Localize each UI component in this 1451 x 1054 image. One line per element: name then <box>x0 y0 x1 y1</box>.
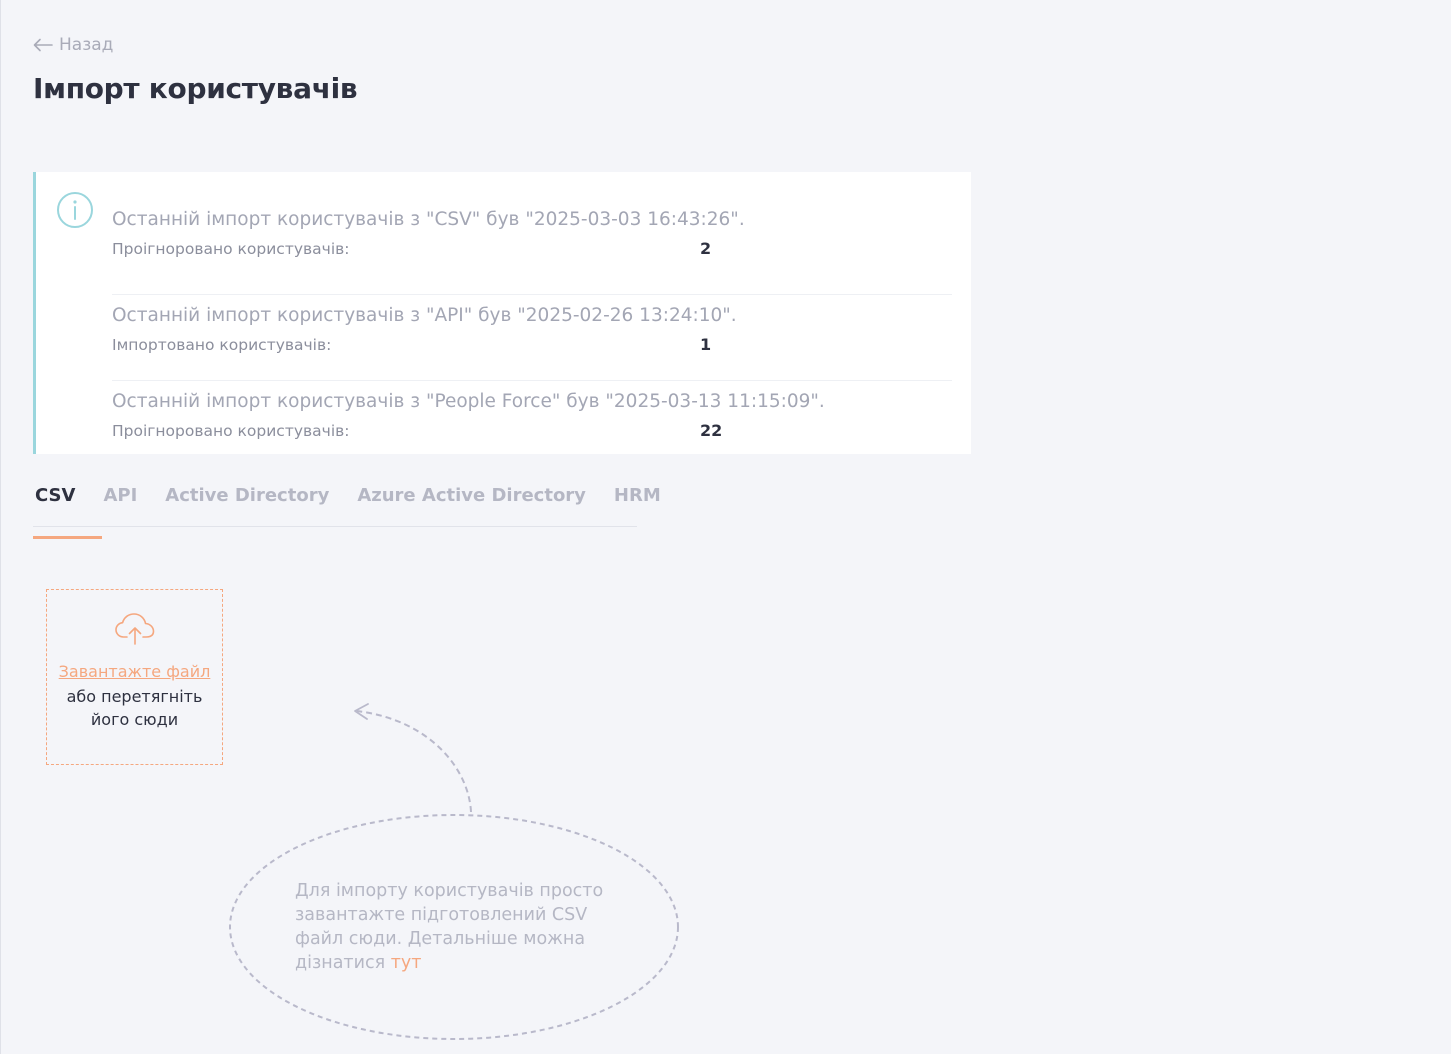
import-stat-value: 1 <box>700 335 712 354</box>
tab-csv[interactable]: CSV <box>33 479 104 539</box>
import-history-item: Останній імпорт користувачів з "People F… <box>112 380 952 442</box>
import-history-item: Останній імпорт користувачів з "API" був… <box>112 294 952 356</box>
cloud-upload-icon <box>115 613 155 645</box>
help-bubble-outline <box>229 703 679 1040</box>
upload-file-link[interactable]: Завантажте файл <box>47 662 222 681</box>
import-history-panel: Останній імпорт користувачів з "CSV" був… <box>33 172 971 454</box>
back-link[interactable]: Назад <box>33 35 113 55</box>
import-stat-value: 22 <box>700 421 723 440</box>
import-stat-value: 2 <box>700 239 712 258</box>
file-dropzone[interactable]: Завантажте файл або перетягніть його сюд… <box>46 589 223 765</box>
import-stat-label: Проігноровано користувачів: <box>112 422 350 440</box>
dropzone-hint-line: його сюди <box>90 710 179 729</box>
import-history-item: Останній імпорт користувачів з "CSV" був… <box>112 208 952 260</box>
arrow-left-icon <box>33 38 53 52</box>
dropzone-hint: або перетягніть його сюди <box>47 685 222 731</box>
tab-api[interactable]: API <box>103 479 137 526</box>
tab-hrm[interactable]: HRM <box>614 479 661 526</box>
import-stat: Імпортовано користувачів: 1 <box>112 334 952 356</box>
help-more-link[interactable]: тут <box>391 953 422 973</box>
tab-azure-active-directory[interactable]: Azure Active Directory <box>357 479 586 526</box>
help-text: Для імпорту користувачів просто завантаж… <box>295 881 604 973</box>
import-stat: Проігноровано користувачів: 2 <box>112 238 952 260</box>
info-icon <box>57 192 93 228</box>
dropzone-hint-line: або перетягніть <box>66 687 203 706</box>
import-headline: Останній імпорт користувачів з "API" був… <box>112 305 737 326</box>
import-stat-label: Проігноровано користувачів: <box>112 240 350 258</box>
import-stat: Проігноровано користувачів: 22 <box>112 420 952 442</box>
back-link-label: Назад <box>59 35 114 55</box>
import-headline: Останній імпорт користувачів з "People F… <box>112 391 825 412</box>
help-bubble-text: Для імпорту користувачів просто завантаж… <box>295 879 625 975</box>
import-source-tabs: CSV API Active Directory Azure Active Di… <box>33 479 661 539</box>
tab-active-directory[interactable]: Active Directory <box>165 479 329 526</box>
page: Назад Імпорт користувачів Останній імпор… <box>0 0 1451 1054</box>
page-title: Імпорт користувачів <box>33 72 358 105</box>
import-stat-label: Імпортовано користувачів: <box>112 336 332 354</box>
import-headline: Останній імпорт користувачів з "CSV" був… <box>112 209 745 230</box>
